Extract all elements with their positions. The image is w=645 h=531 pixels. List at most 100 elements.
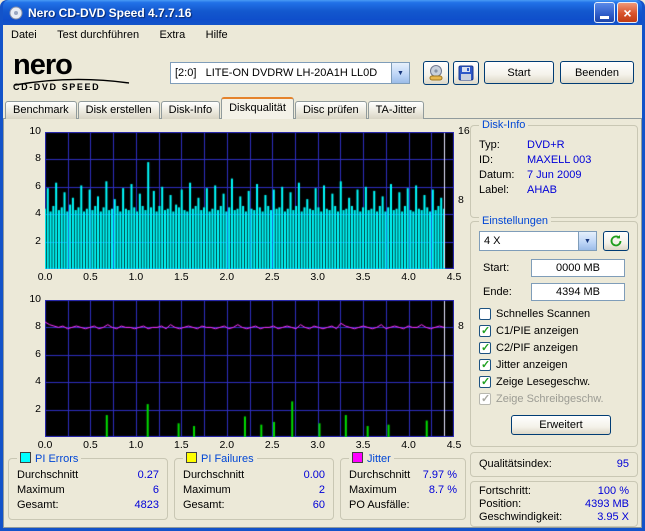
speed-select[interactable]: 4 X ▼ [479,231,597,251]
axis-tick-label: 3.5 [355,439,371,451]
axis-tick-label: 0.5 [83,439,98,451]
close-button[interactable]: × [617,2,638,23]
stat-row: Durchschnitt 0.27 [17,468,159,483]
start-label: Start: [483,262,510,274]
axis-tick-label: 16 [458,125,470,137]
stat-value: 2 [318,484,325,496]
stat-value: 7.97 % [422,469,457,481]
axis-tick-label: 4.0 [401,271,416,283]
quality-index-panel: Qualitätsindex: 95 [470,452,638,477]
stat-row: PO Ausfälle: [349,498,457,513]
speed-select-value: 4 X [484,235,501,247]
tab-ta-jitter[interactable]: TA-Jitter [367,101,425,119]
progress-row: Fortschritt: 100 % [479,485,629,498]
close-icon: × [623,4,632,21]
checkbox-icon [479,375,491,388]
speed-label: Geschwindigkeit: [479,511,563,523]
axis-tick-label: 4.0 [401,439,416,451]
disk-info-title: Disk-Info [479,119,529,132]
disk-info-row: ID: MAXELL 003 [479,153,629,168]
chevron-down-icon[interactable]: ▼ [578,232,596,250]
save-icon [458,65,474,81]
axis-tick-label: 10 [29,125,41,137]
disk-info-panel: Disk-Info Typ: DVD+R ID: MAXELL 003 Datum:… [470,119,638,218]
jitter-title: Jitter [367,453,391,465]
drive-select[interactable]: [2:0] LITE-ON DVDRW LH-20A1H LL0D ▼ [170,62,410,84]
menu-item-test-durchfuehren[interactable]: Test durchführen [49,25,147,45]
tab-strip: Benchmark Disk erstellen Disk-Info Diskqual… [5,97,425,119]
stat-value: 0.27 [137,469,159,481]
pi-errors-panel: PI Errors Durchschnitt 0.27 Maximum 6 Gesa… [8,452,168,520]
stat-label: Durchschnitt [183,469,245,481]
stat-value: 8.7 % [428,484,457,496]
progress-panel: Fortschritt: 100 % Position: 4393 MB Gesch… [470,481,638,527]
stat-label: Maximum [183,484,231,496]
axis-tick-label: 4.5 [446,439,462,451]
stat-row: Gesamt: 60 [183,498,325,513]
axis-tick-label: 4 [35,207,41,220]
minimize-button[interactable] [594,2,615,23]
stat-row: Durchschnitt 7.97 % [349,468,457,483]
checkbox-jitter-anzeigen[interactable]: Jitter anzeigen [479,358,568,372]
stat-row: Durchschnitt 0.00 [183,468,325,483]
tab-disk-info[interactable]: Disk-Info [160,101,221,119]
axis-tick-label: 6 [35,179,41,192]
disk-info-row: Datum: 7 Jun 2009 [479,168,629,183]
position-label: Position: [479,498,522,510]
stat-row: Gesamt: 4823 [17,498,159,513]
axis-tick-label: 3.0 [310,439,325,451]
disk-info-row: Typ: DVD+R [479,138,629,153]
menu-item-hilfe[interactable]: Hilfe [198,25,236,45]
start-test-button[interactable]: Start [484,61,554,84]
stat-row: Maximum 2 [183,483,325,498]
axis-tick-label: 1.0 [128,439,144,451]
progress-row: Geschwindigkeit: 3.95 X [479,511,629,524]
checkbox-label: Zeige Schreibgeschw. [496,393,604,405]
progress-label: Fortschritt: [479,485,531,497]
checkbox-zeige-lesegeschw[interactable]: Zeige Lesegeschw. [479,375,590,389]
nero-logo: nero CD-DVD SPEED [13,51,168,97]
stat-label: PO Ausfälle: [349,499,410,511]
axis-tick-label: 0.0 [37,271,53,283]
axis-tick-label: 8 [458,193,464,206]
menu-item-datei[interactable]: Datei [3,25,45,45]
chevron-down-icon[interactable]: ▼ [391,63,409,83]
tab-benchmark[interactable]: Benchmark [5,101,77,119]
disk-info-label: Label: [479,184,509,196]
axis-tick-label: 0.0 [37,439,53,451]
tab-disc-pruefen[interactable]: Disc prüfen [294,101,367,119]
window-title: Nero CD-DVD Speed 4.7.7.16 [28,5,192,20]
checkbox-c1-pie-anzeigen[interactable]: C1/PIE anzeigen [479,324,579,338]
stat-label: Gesamt: [183,499,225,511]
pi-errors-legend-icon [20,452,31,463]
nero-logo-swoosh [14,78,130,86]
quit-button[interactable]: Beenden [560,61,634,84]
eject-button[interactable] [423,61,449,85]
checkbox-schnelles-scannen[interactable]: Schnelles Scannen [479,307,590,321]
end-label: Ende: [483,286,512,298]
checkbox-label: Schnelles Scannen [496,308,591,320]
pi-failures-legend-icon [186,452,197,463]
axis-tick-label: 1.5 [174,271,189,283]
axis-tick-label: 2.5 [264,271,280,283]
stat-label: Gesamt: [17,499,59,511]
settings-panel: Einstellungen 4 X ▼ Start: 0000 MB Ende:… [470,215,638,447]
jitter-panel: Jitter Durchschnitt 7.97 % Maximum 8.7 % P… [340,452,466,520]
axis-tick-label: 8 [35,320,41,333]
axis-tick-label: 2 [35,234,41,247]
axis-tick-label: 2 [35,402,41,415]
disk-info-value: MAXELL 003 [527,154,592,166]
start-position-field[interactable]: 0000 MB [531,259,625,277]
checkbox-icon [479,324,491,337]
end-position-field[interactable]: 4394 MB [531,283,625,301]
refresh-drive-button[interactable] [603,231,629,251]
quality-index-value: 95 [616,458,629,470]
stat-value: 0.00 [303,469,325,481]
save-button[interactable] [453,61,479,85]
disk-info-value: 7 Jun 2009 [527,169,582,181]
tab-disk-erstellen[interactable]: Disk erstellen [77,101,160,119]
tab-diskqualitaet[interactable]: Diskqualität [221,97,294,119]
menu-item-extra[interactable]: Extra [152,25,194,45]
checkbox-c2-pif-anzeigen[interactable]: C2/PIF anzeigen [479,341,578,355]
advanced-button[interactable]: Erweitert [511,415,611,435]
